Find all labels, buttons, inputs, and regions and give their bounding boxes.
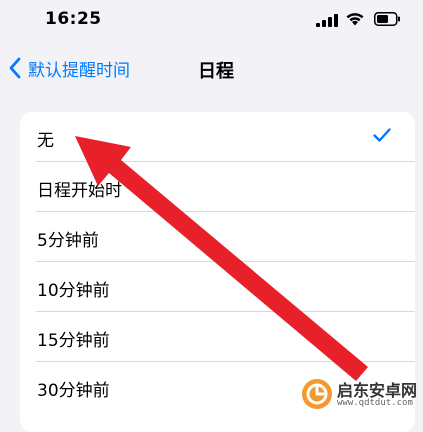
option-15-min-before[interactable]: 15分钟前 (20, 312, 415, 362)
option-label: 无 (37, 131, 54, 151)
option-label: 30分钟前 (37, 381, 110, 401)
page-title: 日程 (198, 61, 234, 82)
checkmark-icon (373, 128, 391, 142)
wifi-icon (346, 13, 364, 26)
navigation-bar: 默认提醒时间 日程 (0, 46, 423, 90)
option-5-min-before[interactable]: 5分钟前 (20, 212, 415, 262)
status-time: 16:25 (45, 9, 102, 29)
signal-icon (316, 14, 338, 27)
option-10-min-before[interactable]: 10分钟前 (20, 262, 415, 312)
option-label: 15分钟前 (37, 331, 110, 351)
watermark: 启东安卓网 www.qdtdut.com (297, 374, 423, 416)
status-bar: 16:25 (0, 0, 423, 44)
watermark-url: www.qdtdut.com (337, 398, 413, 408)
option-label: 5分钟前 (37, 231, 99, 251)
back-button-label: 默认提醒时间 (28, 60, 130, 81)
option-none[interactable]: 无 (20, 112, 415, 162)
option-at-start[interactable]: 日程开始时 (20, 162, 415, 212)
option-label: 日程开始时 (37, 181, 122, 201)
back-button[interactable]: 默认提醒时间 (8, 56, 130, 81)
battery-icon (374, 12, 400, 26)
watermark-logo-icon (302, 379, 332, 409)
option-label: 10分钟前 (37, 281, 110, 301)
chevron-left-icon (9, 57, 21, 79)
